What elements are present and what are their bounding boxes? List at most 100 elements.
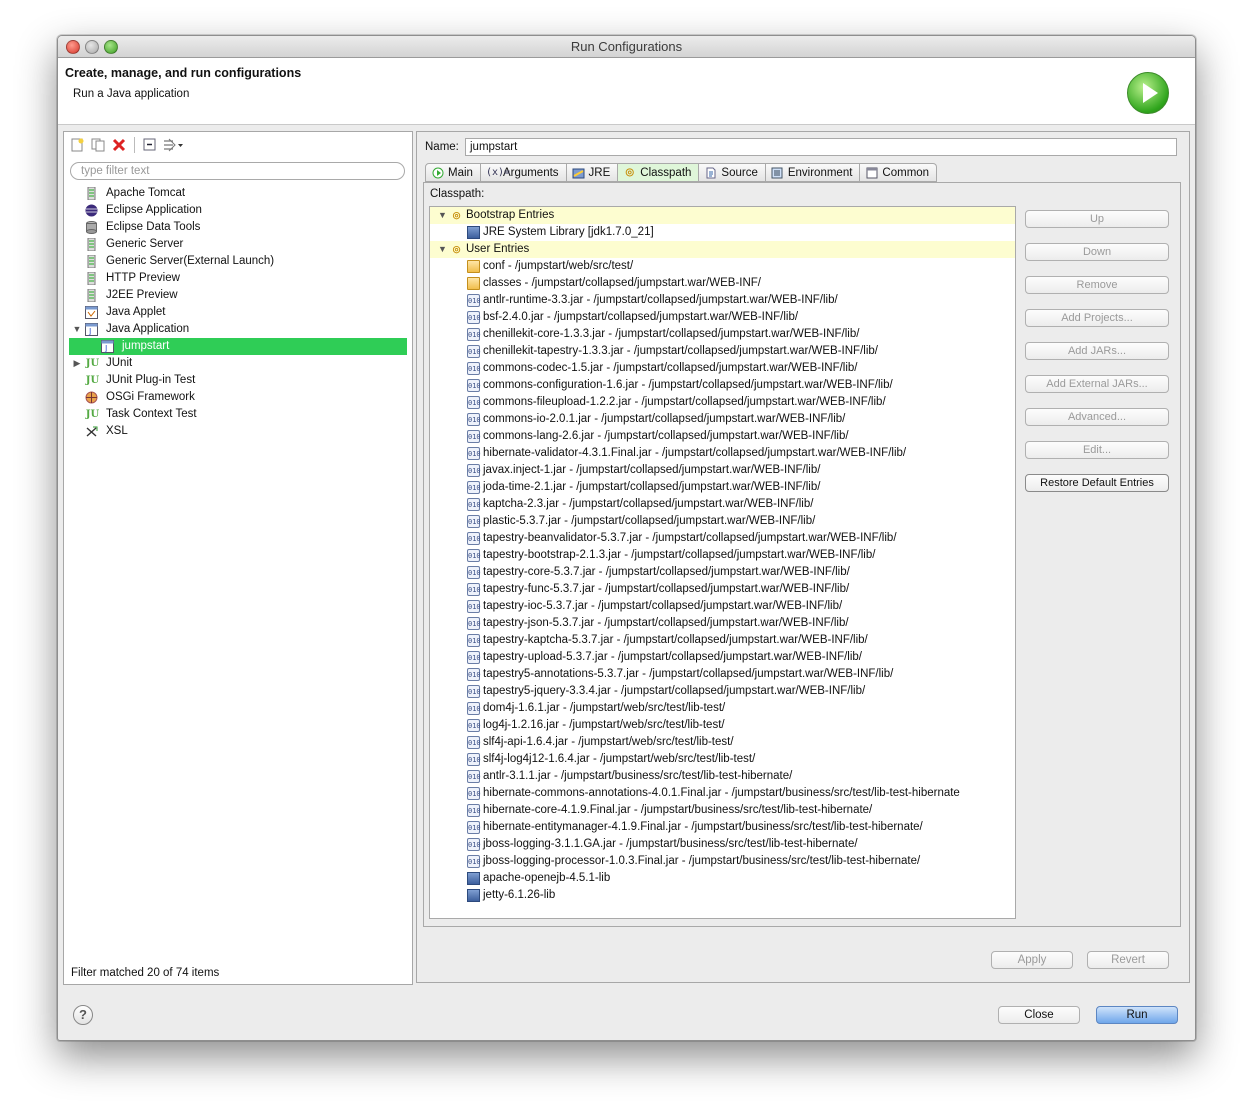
classpath-entry[interactable]: 010 log4j-1.2.16.jar - /jumpstart/web/src…: [430, 717, 1015, 734]
tree-item-xsl[interactable]: XSL: [64, 423, 412, 440]
classpath-entry[interactable]: 010 tapestry-kaptcha-5.3.7.jar - /jumpsta…: [430, 632, 1015, 649]
classpath-entry[interactable]: 010 commons-codec-1.5.jar - /jumpstart/co…: [430, 360, 1015, 377]
delete-config-icon[interactable]: [110, 136, 128, 154]
tree-item-osgi-framework[interactable]: OSGi Framework: [64, 389, 412, 406]
classpath-entry[interactable]: 010 slf4j-api-1.6.4.jar - /jumpstart/web/…: [430, 734, 1015, 751]
classpath-entry[interactable]: 010 chenillekit-core-1.3.3.jar - /jumpsta…: [430, 326, 1015, 343]
tab-jre[interactable]: JRE: [566, 163, 619, 182]
config-tree: Apache Tomcat Eclipse Application Eclips…: [64, 185, 412, 440]
filter-menu-icon[interactable]: [162, 136, 186, 154]
classpath-entry[interactable]: 010 chenillekit-tapestry-1.3.3.jar - /jum…: [430, 343, 1015, 360]
common-tab-icon: [865, 167, 878, 179]
tab-arguments[interactable]: (x)= Arguments: [480, 163, 567, 182]
classpath-entry[interactable]: 010 tapestry-beanvalidator-5.3.7.jar - /j…: [430, 530, 1015, 547]
duplicate-config-icon[interactable]: [89, 136, 107, 154]
classpath-side-button[interactable]: Advanced...: [1025, 408, 1169, 426]
classpath-entry[interactable]: 010 bsf-2.4.0.jar - /jumpstart/collapsed/…: [430, 309, 1015, 326]
classpath-tree[interactable]: ▼ ◎ Bootstrap Entries JRE System Library [j…: [429, 206, 1016, 919]
tree-item-j2ee-preview[interactable]: J2EE Preview: [64, 287, 412, 304]
classpath-side-button[interactable]: Up: [1025, 210, 1169, 228]
classpath-entry[interactable]: 010 tapestry-core-5.3.7.jar - /jumpstart/…: [430, 564, 1015, 581]
classpath-entry[interactable]: 010 slf4j-log4j12-1.6.4.jar - /jumpstart/…: [430, 751, 1015, 768]
close-button[interactable]: Close: [998, 1006, 1080, 1024]
tree-item-http-preview[interactable]: HTTP Preview: [64, 270, 412, 287]
tree-item-generic-server[interactable]: Generic Server: [64, 236, 412, 253]
classpath-entry[interactable]: 010 tapestry-upload-5.3.7.jar - /jumpstar…: [430, 649, 1015, 666]
classpath-entry[interactable]: 010 hibernate-core-4.1.9.Final.jar - /jum…: [430, 802, 1015, 819]
jar-icon: 010: [467, 481, 481, 494]
tree-item-apache-tomcat[interactable]: Apache Tomcat: [64, 185, 412, 202]
classpath-entry[interactable]: 010 tapestry-bootstrap-2.1.3.jar - /jumps…: [430, 547, 1015, 564]
classpath-entry[interactable]: 010 plastic-5.3.7.jar - /jumpstart/collap…: [430, 513, 1015, 530]
osgi-icon: [85, 391, 98, 404]
tree-item-eclipse-application[interactable]: Eclipse Application: [64, 202, 412, 219]
classpath-entry[interactable]: 010 dom4j-1.6.1.jar - /jumpstart/web/src/…: [430, 700, 1015, 717]
revert-button[interactable]: Revert: [1087, 951, 1169, 969]
classpath-entry[interactable]: 010 jboss-logging-3.1.1.GA.jar - /jumpsta…: [430, 836, 1015, 853]
classpath-entry[interactable]: JRE System Library [jdk1.7.0_21]: [430, 224, 1015, 241]
classpath-entry[interactable]: 010 tapestry-json-5.3.7.jar - /jumpstart/…: [430, 615, 1015, 632]
classpath-entry[interactable]: conf - /jumpstart/web/src/test/: [430, 258, 1015, 275]
classpath-entry[interactable]: 010 tapestry-ioc-5.3.7.jar - /jumpstart/c…: [430, 598, 1015, 615]
classpath-entry-label: tapestry-upload-5.3.7.jar - /jumpstart/c…: [483, 651, 862, 663]
tab-source[interactable]: Source: [699, 163, 766, 182]
tree-item-java-applet[interactable]: Java Applet: [64, 304, 412, 321]
name-field[interactable]: jumpstart: [465, 138, 1177, 156]
tree-item-junit[interactable]: ▶ JU JUnit: [64, 355, 412, 372]
classpath-entry[interactable]: 010 commons-io-2.0.1.jar - /jumpstart/col…: [430, 411, 1015, 428]
classpath-entry[interactable]: classes - /jumpstart/collapsed/jumpstart…: [430, 275, 1015, 292]
classpath-entry-label: tapestry5-annotations-5.3.7.jar - /jumps…: [483, 668, 894, 680]
tree-item-junit-plugin-test[interactable]: JU JUnit Plug-in Test: [64, 372, 412, 389]
classpath-entry[interactable]: 010 hibernate-validator-4.3.1.Final.jar -…: [430, 445, 1015, 462]
run-button[interactable]: Run: [1096, 1006, 1178, 1024]
help-icon[interactable]: ?: [73, 1005, 93, 1025]
classpath-side-button[interactable]: Remove: [1025, 276, 1169, 294]
expanded-arrow-icon[interactable]: ▼: [72, 321, 82, 338]
classpath-entry[interactable]: 010 jboss-logging-processor-1.0.3.Final.j…: [430, 853, 1015, 870]
classpath-entry[interactable]: apache-openejb-4.5.1-lib: [430, 870, 1015, 887]
classpath-entry[interactable]: 010 tapestry5-annotations-5.3.7.jar - /ju…: [430, 666, 1015, 683]
classpath-entry[interactable]: jetty-6.1.26-lib: [430, 887, 1015, 904]
new-config-icon[interactable]: [68, 136, 86, 154]
close-window-icon[interactable]: [66, 40, 80, 54]
filter-input[interactable]: type filter text: [70, 162, 405, 180]
classpath-side-button[interactable]: Add JARs...: [1025, 342, 1169, 360]
classpath-entry[interactable]: 010 javax.inject-1.jar - /jumpstart/colla…: [430, 462, 1015, 479]
classpath-side-button[interactable]: Restore Default Entries: [1025, 474, 1169, 492]
classpath-side-button[interactable]: Add External JARs...: [1025, 375, 1169, 393]
classpath-entry[interactable]: 010 antlr-3.1.1.jar - /jumpstart/business…: [430, 768, 1015, 785]
tab-main[interactable]: Main: [425, 163, 481, 182]
collapse-all-icon[interactable]: [141, 136, 159, 154]
classpath-entry[interactable]: 010 joda-time-2.1.jar - /jumpstart/collap…: [430, 479, 1015, 496]
tab-common[interactable]: Common: [860, 163, 938, 182]
minimize-window-icon[interactable]: [85, 40, 99, 54]
collapsed-arrow-icon[interactable]: ▶: [72, 355, 82, 372]
tab-environment[interactable]: Environment: [765, 163, 861, 182]
tree-item-label: Generic Server: [106, 238, 184, 250]
classpath-side-button[interactable]: Down: [1025, 243, 1169, 261]
classpath-group[interactable]: ▼ ◎ User Entries: [430, 241, 1015, 258]
tree-item-jumpstart[interactable]: J jumpstart: [69, 338, 407, 355]
classpath-entry-label: classes - /jumpstart/collapsed/jumpstart…: [483, 277, 761, 289]
classpath-entry[interactable]: 010 tapestry-func-5.3.7.jar - /jumpstart/…: [430, 581, 1015, 598]
tree-item-task-context-test[interactable]: JU Task Context Test: [64, 406, 412, 423]
tree-item-generic-server-external[interactable]: Generic Server(External Launch): [64, 253, 412, 270]
classpath-group[interactable]: ▼ ◎ Bootstrap Entries: [430, 207, 1015, 224]
zoom-window-icon[interactable]: [104, 40, 118, 54]
expanded-arrow-icon[interactable]: ▼: [438, 207, 447, 224]
classpath-entry[interactable]: 010 hibernate-entitymanager-4.1.9.Final.j…: [430, 819, 1015, 836]
tree-item-eclipse-data-tools[interactable]: Eclipse Data Tools: [64, 219, 412, 236]
classpath-entry[interactable]: 010 commons-fileupload-1.2.2.jar - /jumps…: [430, 394, 1015, 411]
classpath-entry[interactable]: 010 commons-configuration-1.6.jar - /jump…: [430, 377, 1015, 394]
apply-button[interactable]: Apply: [991, 951, 1073, 969]
tab-classpath[interactable]: ◎ Classpath: [618, 163, 700, 182]
classpath-entry[interactable]: 010 tapestry5-jquery-3.3.4.jar - /jumpsta…: [430, 683, 1015, 700]
tree-item-java-application[interactable]: ▼ J Java Application: [64, 321, 412, 338]
classpath-entry[interactable]: 010 kaptcha-2.3.jar - /jumpstart/collapse…: [430, 496, 1015, 513]
classpath-side-button[interactable]: Edit...: [1025, 441, 1169, 459]
classpath-entry[interactable]: 010 commons-lang-2.6.jar - /jumpstart/col…: [430, 428, 1015, 445]
classpath-entry[interactable]: 010 antlr-runtime-3.3.jar - /jumpstart/co…: [430, 292, 1015, 309]
expanded-arrow-icon[interactable]: ▼: [438, 241, 447, 258]
classpath-side-button[interactable]: Add Projects...: [1025, 309, 1169, 327]
classpath-entry[interactable]: 010 hibernate-commons-annotations-4.0.1.F…: [430, 785, 1015, 802]
